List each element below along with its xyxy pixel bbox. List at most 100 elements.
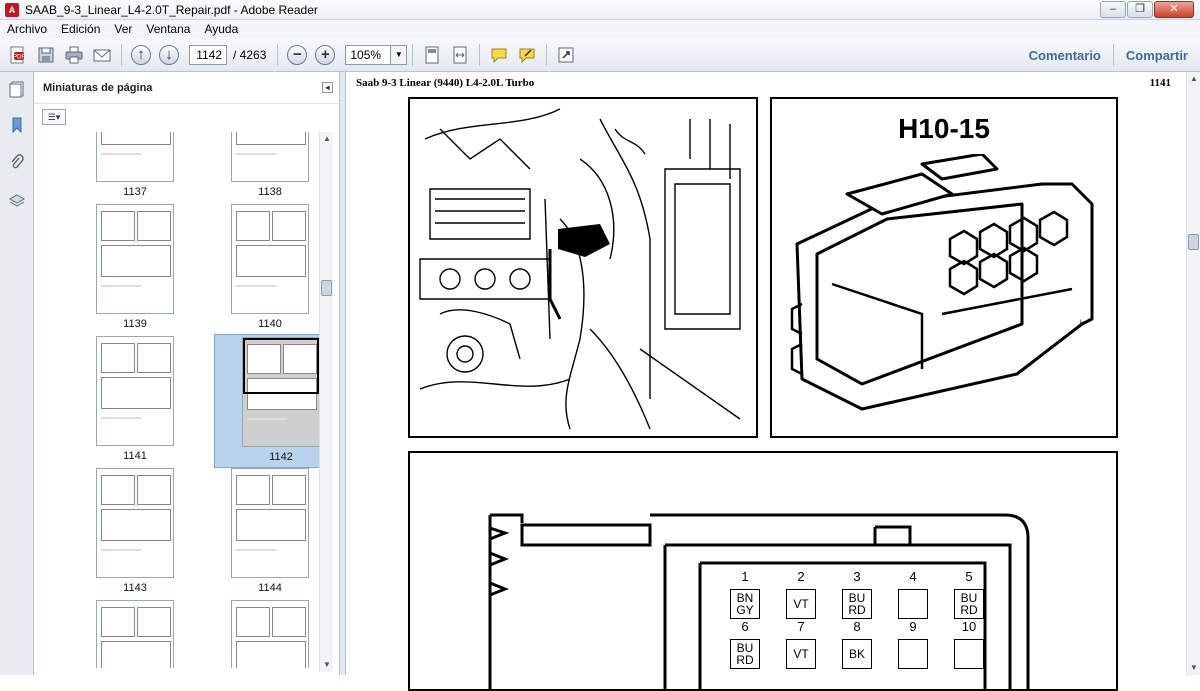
pin-number: 1	[741, 569, 749, 584]
thumbnail-list[interactable]: 1137 1138 1139 1140 1141 1142 1143 1144	[40, 132, 330, 668]
collapse-panel-icon[interactable]: ◂	[322, 82, 333, 93]
page-thumbnail[interactable]: 1143	[95, 468, 175, 594]
thumbnail-page-preview	[96, 468, 174, 578]
page-thumbnail[interactable]	[230, 600, 310, 668]
pin-number: 8	[853, 619, 861, 634]
document-scrollbar[interactable]: ▲ ▼	[1186, 72, 1200, 675]
pin-number: 6	[741, 619, 749, 634]
svg-text:PDF: PDF	[13, 54, 25, 60]
comment-button[interactable]: Comentario	[1017, 48, 1113, 63]
page-thumbnails-icon[interactable]	[8, 80, 26, 98]
close-button[interactable]: ✕	[1154, 1, 1194, 18]
pin-color-code	[898, 639, 928, 669]
restore-button[interactable]: ❐	[1127, 1, 1153, 18]
bookmarks-icon[interactable]	[8, 116, 26, 134]
thumbnail-page-label: 1140	[258, 318, 282, 330]
expand-icon[interactable]	[554, 43, 578, 67]
toolbar-separator	[412, 43, 414, 66]
zoom-in-icon[interactable]: +	[313, 43, 337, 67]
previous-page-icon[interactable]: ↑	[129, 43, 153, 67]
pin-number: 10	[961, 619, 977, 634]
menu-ventana[interactable]: Ventana	[139, 22, 197, 36]
pin-color-code: BU RD	[730, 639, 760, 669]
layers-icon[interactable]	[8, 192, 26, 210]
document-view[interactable]: Saab 9-3 Linear (9440) L4-2.0L Turbo 114…	[346, 72, 1186, 691]
toolbar-right: Comentario Compartir	[1017, 38, 1200, 72]
pin-color-code: BU RD	[954, 589, 984, 619]
scrollbar-thumb[interactable]	[321, 280, 332, 296]
pin-color-code: VT	[786, 589, 816, 619]
pin-number: 2	[797, 569, 805, 584]
page-total: / 4263	[233, 47, 267, 62]
pin-color-code: BN GY	[730, 589, 760, 619]
thumbnails-panel: Miniaturas de página ◂ ☰▾ 1137 1138 1139 11…	[34, 72, 340, 675]
pin-number: 7	[797, 619, 805, 634]
page-header: Saab 9-3 Linear (9440) L4-2.0L Turbo 114…	[356, 77, 1171, 89]
thumbnail-scrollbar[interactable]: ▲ ▼	[319, 132, 333, 672]
window-controls: – ❐ ✕	[1099, 1, 1194, 18]
zoom-out-icon[interactable]: −	[285, 43, 309, 67]
thumbnail-page-preview	[96, 336, 174, 446]
connector-title: H10-15	[898, 113, 990, 144]
toolbar-separator	[479, 43, 481, 66]
options-menu-icon[interactable]: ☰▾	[42, 109, 66, 125]
email-icon[interactable]	[90, 43, 114, 67]
connector-illustration: H10-15	[770, 97, 1118, 438]
page-thumbnail[interactable]	[95, 600, 175, 668]
panel-title: Miniaturas de página	[43, 81, 153, 94]
thumbnail-page-label: 1139	[123, 318, 147, 330]
adobe-reader-icon: A	[5, 2, 19, 17]
pin-color-code	[898, 589, 928, 619]
page-thumbnail[interactable]: 1138	[230, 132, 310, 198]
menu-bar: Archivo Edición Ver Ventana Ayuda	[0, 20, 1200, 38]
zoom-select[interactable]: 105% ▼	[345, 44, 408, 65]
highlight-icon[interactable]	[515, 43, 539, 67]
thumbnail-page-label: 1144	[258, 582, 282, 594]
menu-archivo[interactable]: Archivo	[0, 22, 54, 36]
create-pdf-icon[interactable]: PDF	[6, 43, 30, 67]
pin-number: 3	[853, 569, 861, 584]
engine-bay-illustration	[408, 97, 758, 438]
minimize-button[interactable]: –	[1100, 1, 1126, 18]
fit-page-icon[interactable]	[420, 43, 444, 67]
thumbnail-page-preview	[96, 132, 174, 182]
thumbnail-page-label: 1137	[123, 186, 147, 198]
chevron-down-icon[interactable]: ▼	[391, 44, 408, 65]
pin-color-code	[954, 639, 984, 669]
pin-color-code: VT	[786, 639, 816, 669]
page-thumbnail[interactable]: 1144	[230, 468, 310, 594]
thumbnail-page-label: 1143	[123, 582, 147, 594]
document-page: Saab 9-3 Linear (9440) L4-2.0L Turbo 114…	[346, 72, 1186, 691]
page-thumbnail[interactable]: 1140	[230, 204, 310, 330]
attachments-icon[interactable]	[8, 154, 26, 172]
page-thumbnail[interactable]: 1139	[95, 204, 175, 330]
page-number-input[interactable]: 1142	[189, 44, 227, 65]
document-header-title: Saab 9-3 Linear (9440) L4-2.0L Turbo	[356, 77, 535, 89]
print-icon[interactable]	[62, 43, 86, 67]
window-title: SAAB_9-3_Linear_L4-2.0T_Repair.pdf - Ado…	[25, 2, 318, 17]
page-thumbnail[interactable]: 1141	[95, 336, 175, 462]
thumbnail-page-preview	[231, 600, 309, 668]
scrollbar-thumb[interactable]	[1188, 234, 1199, 250]
document-page-number: 1141	[1149, 77, 1171, 89]
page-thumbnail[interactable]: 1142	[214, 334, 330, 468]
sticky-note-icon[interactable]	[487, 43, 511, 67]
toolbar: PDF ↑ ↓ 1142 / 4263 − + 105% ▼ Comentari…	[0, 38, 1200, 72]
pin-color-code: BK	[842, 639, 872, 669]
panel-header: Miniaturas de página ◂	[34, 72, 339, 104]
navigation-strip	[0, 72, 34, 675]
menu-ayuda[interactable]: Ayuda	[197, 22, 245, 36]
toolbar-separator	[121, 43, 122, 66]
fit-width-icon[interactable]	[448, 43, 472, 67]
thumbnail-page-label: 1141	[123, 450, 147, 462]
next-page-icon[interactable]: ↓	[157, 43, 181, 67]
panel-options-bar: ☰▾	[34, 104, 339, 130]
save-icon[interactable]	[34, 43, 58, 67]
menu-edicion[interactable]: Edición	[54, 22, 107, 36]
page-thumbnail[interactable]: 1137	[95, 132, 175, 198]
menu-ver[interactable]: Ver	[107, 22, 139, 36]
thumbnail-page-label: 1138	[258, 186, 282, 198]
zoom-value[interactable]: 105%	[345, 44, 392, 65]
share-button[interactable]: Compartir	[1114, 48, 1200, 63]
title-bar: A SAAB_9-3_Linear_L4-2.0T_Repair.pdf - A…	[0, 0, 1200, 20]
